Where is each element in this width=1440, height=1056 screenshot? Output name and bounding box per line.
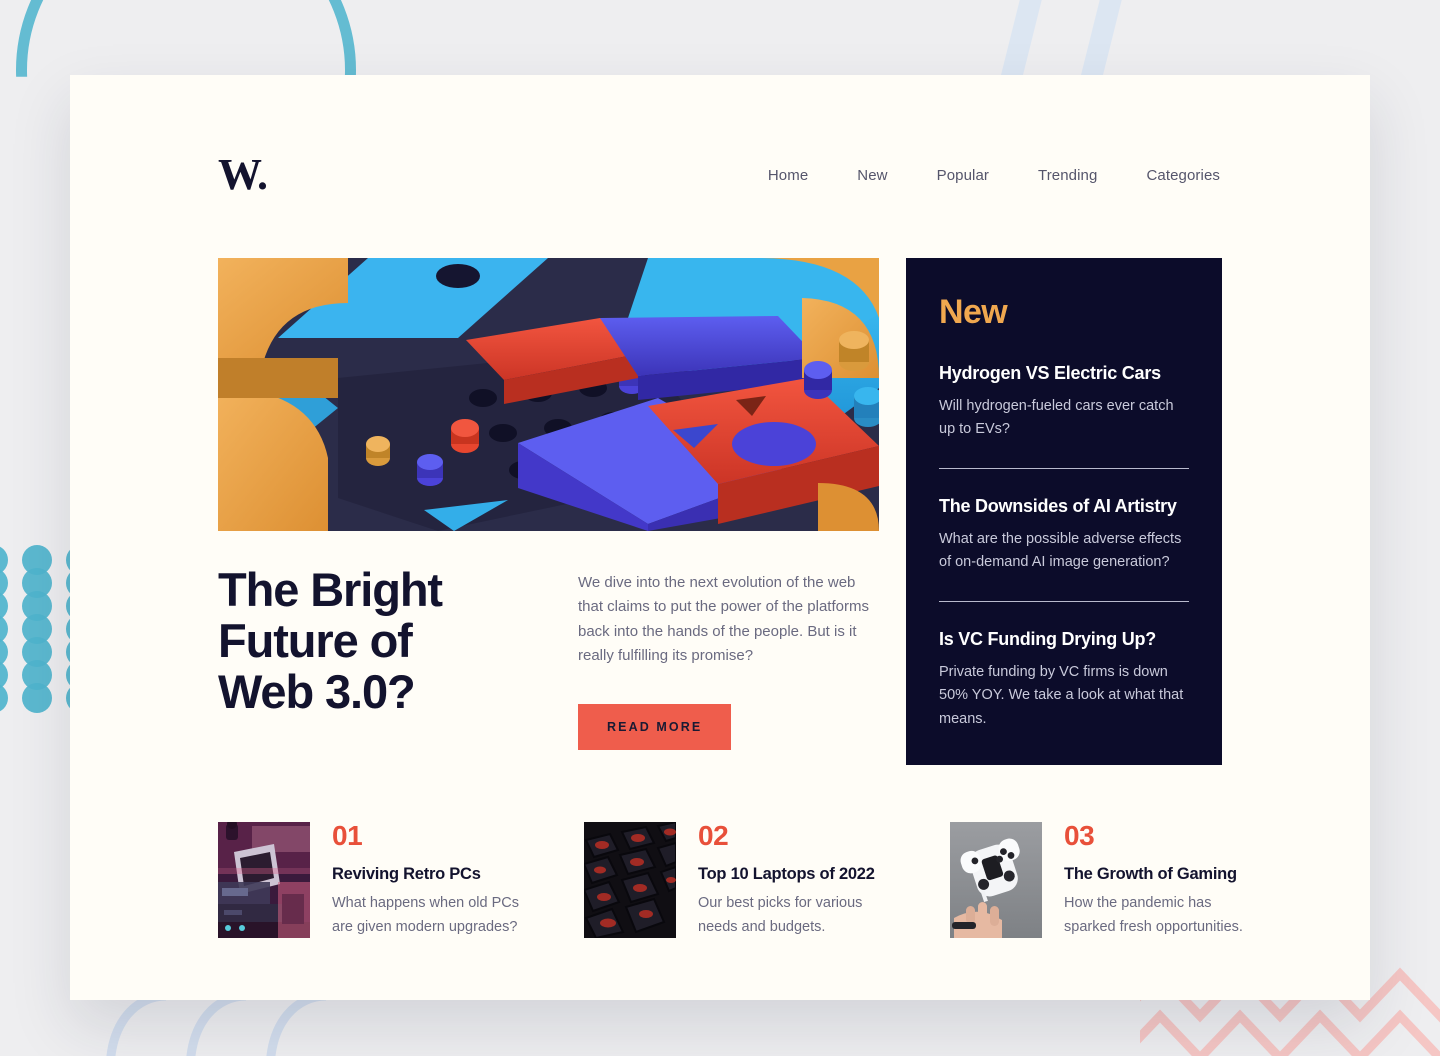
new-panel-item[interactable]: Hydrogen VS Electric Cars Will hydrogen-… xyxy=(939,363,1189,442)
new-item-title: Is VC Funding Drying Up? xyxy=(939,628,1156,649)
nav-item-trending[interactable]: Trending xyxy=(1038,167,1097,184)
story-description: What happens when old PCs are given mode… xyxy=(332,895,519,935)
new-item-title: Hydrogen VS Electric Cars xyxy=(939,363,1161,383)
story-cards-row: 01 Reviving Retro PCs What happens when … xyxy=(70,765,1370,939)
hero-section: The Bright Future of Web 3.0? We dive in… xyxy=(70,197,1370,766)
story-card[interactable]: 02 Top 10 Laptops of 2022 Our best picks… xyxy=(584,822,900,939)
dot xyxy=(22,683,52,713)
story-title: Top 10 Laptops of 2022 xyxy=(698,865,875,884)
read-more-button[interactable]: READ MORE xyxy=(578,704,732,751)
main-navigation: Home New Popular Trending Categories xyxy=(768,167,1220,184)
dot xyxy=(22,545,52,575)
story-number: 03 xyxy=(1064,820,1095,852)
featured-article-title: The Bright Future of Web 3.0? xyxy=(218,563,443,718)
story-number: 02 xyxy=(698,820,729,852)
nav-item-new[interactable]: New xyxy=(857,167,887,184)
dot xyxy=(22,614,52,644)
story-card[interactable]: 03 The Growth of Gaming How the pandemic… xyxy=(950,822,1266,939)
dot xyxy=(22,591,52,621)
dot xyxy=(0,637,8,667)
story-number: 01 xyxy=(332,820,363,852)
dot xyxy=(0,591,8,621)
story-title: Reviving Retro PCs xyxy=(332,865,481,884)
story-thumbnail-gaming[interactable] xyxy=(950,822,1042,939)
page-card: W. Home New Popular Trending Categories xyxy=(70,75,1370,1000)
story-description: Our best picks for various needs and bud… xyxy=(698,895,863,935)
story-thumbnail-retro-pcs[interactable] xyxy=(218,822,310,939)
story-card-text: 01 Reviving Retro PCs What happens when … xyxy=(332,822,534,939)
dot xyxy=(0,614,8,644)
dot xyxy=(22,637,52,667)
new-panel-item[interactable]: Is VC Funding Drying Up? Private funding… xyxy=(939,600,1189,731)
story-description: How the pandemic has sparked fresh oppor… xyxy=(1064,895,1243,935)
nav-item-home[interactable]: Home xyxy=(768,167,808,184)
dot xyxy=(22,568,52,598)
new-articles-panel: New Hydrogen VS Electric Cars Will hydro… xyxy=(906,258,1222,766)
featured-article-image[interactable] xyxy=(218,258,879,531)
dot xyxy=(0,568,8,598)
new-item-description: Private funding by VC firms is down 50% … xyxy=(939,663,1184,727)
featured-article-summary-column: We dive into the next evolution of the w… xyxy=(578,565,879,751)
dot xyxy=(0,683,8,713)
dot xyxy=(0,660,8,690)
new-panel-item[interactable]: The Downsides of AI Artistry What are th… xyxy=(939,467,1189,575)
story-title: The Growth of Gaming xyxy=(1064,865,1237,884)
story-card[interactable]: 01 Reviving Retro PCs What happens when … xyxy=(218,822,534,939)
nav-item-categories[interactable]: Categories xyxy=(1146,167,1220,184)
featured-article-description: We dive into the next evolution of the w… xyxy=(578,574,869,664)
site-logo[interactable]: W. xyxy=(218,153,268,197)
new-item-description: Will hydrogen-fueled cars ever catch up … xyxy=(939,398,1174,438)
story-thumbnail-laptops[interactable] xyxy=(584,822,676,939)
nav-item-popular[interactable]: Popular xyxy=(937,167,989,184)
dot xyxy=(22,660,52,690)
new-item-title: The Downsides of AI Artistry xyxy=(939,495,1177,516)
site-header: W. Home New Popular Trending Categories xyxy=(70,75,1370,197)
featured-article: The Bright Future of Web 3.0? We dive in… xyxy=(218,258,879,751)
new-item-description: What are the possible adverse effects of… xyxy=(939,530,1182,571)
story-card-text: 02 Top 10 Laptops of 2022 Our best picks… xyxy=(698,822,900,939)
story-card-text: 03 The Growth of Gaming How the pandemic… xyxy=(1064,822,1266,939)
featured-article-body: The Bright Future of Web 3.0? We dive in… xyxy=(218,563,879,751)
dot xyxy=(0,545,8,575)
new-panel-heading: New xyxy=(939,293,1008,331)
